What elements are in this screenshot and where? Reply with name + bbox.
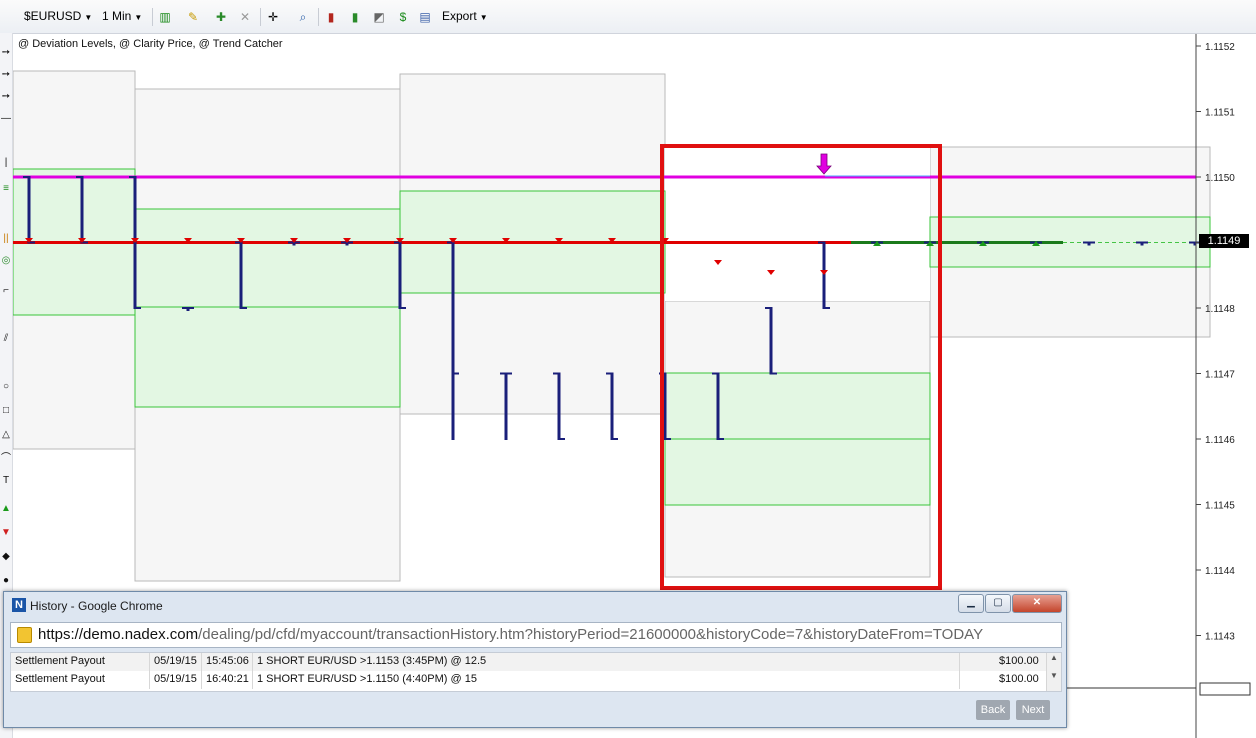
window-title: History - Google Chrome xyxy=(30,599,163,613)
price-tick-label: 1.1147 xyxy=(1205,370,1235,381)
price-tick-label: 1.1146 xyxy=(1205,435,1235,446)
deviation-zone xyxy=(664,438,931,506)
row-time: 15:45:06 xyxy=(206,655,249,667)
table-scrollbar[interactable]: ▲ ▼ xyxy=(1046,653,1061,691)
export-label: Export xyxy=(442,9,477,23)
deviation-zone xyxy=(134,208,401,308)
chart-style-icon[interactable]: ▮ xyxy=(324,10,338,24)
rectangle-icon[interactable]: □ xyxy=(0,405,12,417)
candles-icon[interactable]: ▮ xyxy=(348,10,362,24)
nadex-logo-icon: N xyxy=(12,598,26,612)
triangle-icon[interactable]: △ xyxy=(0,429,12,441)
address-bar[interactable]: https://demo.nadex.com/dealing/pd/cfd/my… xyxy=(10,622,1062,648)
row-type: Settlement Payout xyxy=(15,655,105,667)
url-host: https://demo.nadex.com xyxy=(38,626,199,643)
lock-icon xyxy=(17,627,32,643)
vertical-line-icon[interactable]: | xyxy=(0,157,12,169)
ellipse-icon[interactable]: ○ xyxy=(0,381,12,393)
text-icon[interactable]: T xyxy=(0,475,12,487)
row-amount: $100.00 xyxy=(999,673,1039,685)
spiral-icon[interactable]: ◎ xyxy=(0,255,12,267)
symbol-selector[interactable]: $EURUSD ▼ xyxy=(24,9,92,23)
row-time: 16:40:21 xyxy=(206,673,249,685)
dollar-icon[interactable]: $ xyxy=(396,10,410,24)
arrow-left-icon[interactable]: ➙ xyxy=(0,47,12,59)
diamond-icon[interactable]: ◆ xyxy=(0,551,12,563)
price-tick-label: 1.1152 xyxy=(1205,42,1235,53)
next-button[interactable]: Next xyxy=(1016,700,1050,720)
row-description: 1 SHORT EUR/USD >1.1153 (3:45PM) @ 12.5 xyxy=(257,655,487,667)
deviation-zone xyxy=(664,372,931,440)
row-amount: $100.00 xyxy=(999,655,1039,667)
price-tick-label: 1.1145 xyxy=(1205,501,1235,512)
ray-icon[interactable]: ➙ xyxy=(0,69,12,81)
zoom-icon[interactable]: ⌕ xyxy=(296,10,310,24)
close-button[interactable]: ✕ xyxy=(1012,594,1062,613)
price-tick-label: 1.1144 xyxy=(1205,566,1235,577)
line-chart-icon[interactable]: ◩ xyxy=(372,10,386,24)
bar-type-icon[interactable]: ▥ xyxy=(158,10,172,24)
interval-label: 1 Min xyxy=(102,9,132,23)
pencil-icon[interactable]: ✎ xyxy=(186,10,200,24)
price-tick-label: 1.1151 xyxy=(1205,108,1235,119)
interval-selector[interactable]: 1 Min ▼ xyxy=(102,9,142,23)
current-price-marker: 1.1149 xyxy=(1199,234,1249,248)
pitchfork-icon[interactable]: ⫽ xyxy=(0,333,12,345)
row-date: 05/19/15 xyxy=(154,673,197,685)
remove-indicator-icon[interactable]: ✕ xyxy=(238,10,252,24)
cursor-price-box xyxy=(1199,682,1251,696)
fib-icon[interactable]: ≡ xyxy=(0,183,12,195)
maximize-button[interactable]: ▢ xyxy=(985,594,1011,613)
minimize-button[interactable]: ▁ xyxy=(958,594,984,613)
deviation-zone xyxy=(134,306,401,408)
price-tick-label: 1.1143 xyxy=(1205,632,1235,643)
add-indicator-icon[interactable]: ✚ xyxy=(214,10,228,24)
transaction-table: Settlement Payout 05/19/15 15:45:06 1 SH… xyxy=(10,652,1062,692)
dot-icon[interactable]: ● xyxy=(0,575,12,587)
channel-icon[interactable]: || xyxy=(0,233,12,245)
export-button[interactable]: Export ▼ xyxy=(442,9,488,23)
url-path: /dealing/pd/cfd/myaccount/transactionHis… xyxy=(198,626,984,643)
table-row[interactable]: Settlement Payout 05/19/15 15:45:06 1 SH… xyxy=(11,653,1047,671)
table-row[interactable]: Settlement Payout 05/19/15 16:40:21 1 SH… xyxy=(11,671,1047,689)
chart-toolbar: $EURUSD ▼ 1 Min ▼ ▥ ✎ ✚ ✕ ✛ ⌕ ▮ ▮ ◩ $ ▤ Ex… xyxy=(0,0,1256,34)
price-tick-label: 1.1150 xyxy=(1205,173,1235,184)
line-icon[interactable]: — xyxy=(0,113,12,125)
arrow-up-icon[interactable]: ▲ xyxy=(0,503,12,515)
range-box xyxy=(665,147,930,301)
gann-icon[interactable]: ⌐ xyxy=(0,285,12,297)
symbol-label: $EURUSD xyxy=(24,9,82,23)
price-tick-label: 1.1148 xyxy=(1205,304,1235,315)
history-window: N History - Google Chrome ▁ ▢ ✕ https://… xyxy=(3,591,1067,728)
back-button[interactable]: Back xyxy=(976,700,1010,720)
row-type: Settlement Payout xyxy=(15,673,105,685)
arc-icon[interactable]: ⌒ xyxy=(0,453,12,465)
row-date: 05/19/15 xyxy=(154,655,197,667)
properties-icon[interactable]: ▤ xyxy=(418,10,432,24)
crosshair-icon[interactable]: ✛ xyxy=(266,10,280,24)
horizontal-ray-icon[interactable]: ➙ xyxy=(0,91,12,103)
row-description: 1 SHORT EUR/USD >1.1150 (4:40PM) @ 15 xyxy=(257,673,477,685)
arrow-down-icon[interactable]: ▼ xyxy=(0,527,12,539)
